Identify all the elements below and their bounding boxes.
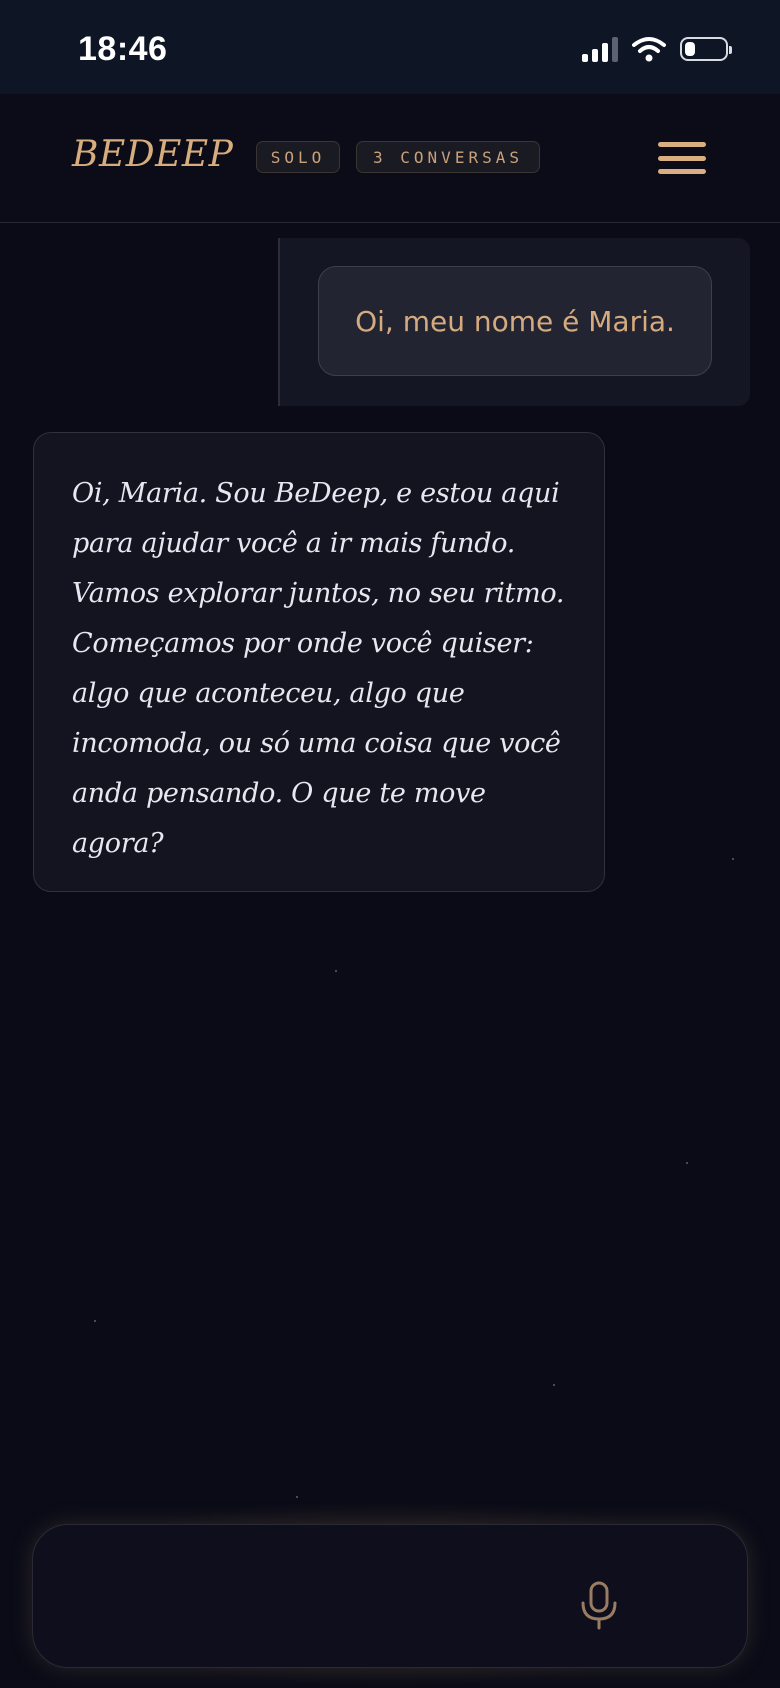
cellular-signal-icon [582, 36, 618, 62]
user-message-bubble: Oi, meu nome é Maria. [318, 266, 712, 376]
mode-chip[interactable]: SOLO [256, 141, 340, 173]
message-input-bar[interactable] [32, 1524, 748, 1668]
status-icons [582, 36, 732, 62]
microphone-icon[interactable] [577, 1581, 621, 1631]
brand-logo[interactable]: BEDEEP [72, 134, 233, 175]
status-bar: 18:46 [0, 0, 780, 94]
background-star [686, 1162, 688, 1164]
user-message-text: Oi, meu nome é Maria. [355, 304, 675, 338]
user-message-row: Oi, meu nome é Maria. [278, 238, 750, 406]
background-star [732, 858, 734, 860]
assistant-message-text: Oi, Maria. Sou BeDeep, e estou aqui para… [72, 478, 565, 859]
conversations-chip[interactable]: 3 CONVERSAS [356, 141, 540, 173]
hamburger-menu-icon[interactable] [658, 142, 706, 174]
wifi-icon [632, 37, 666, 62]
assistant-message-bubble: Oi, Maria. Sou BeDeep, e estou aqui para… [33, 432, 605, 892]
background-star [94, 1320, 96, 1322]
background-star [553, 1384, 555, 1386]
app-header: BEDEEP SOLO 3 CONVERSAS [0, 94, 780, 223]
status-time: 18:46 [78, 30, 168, 68]
battery-icon [680, 37, 732, 61]
background-star [335, 970, 337, 972]
